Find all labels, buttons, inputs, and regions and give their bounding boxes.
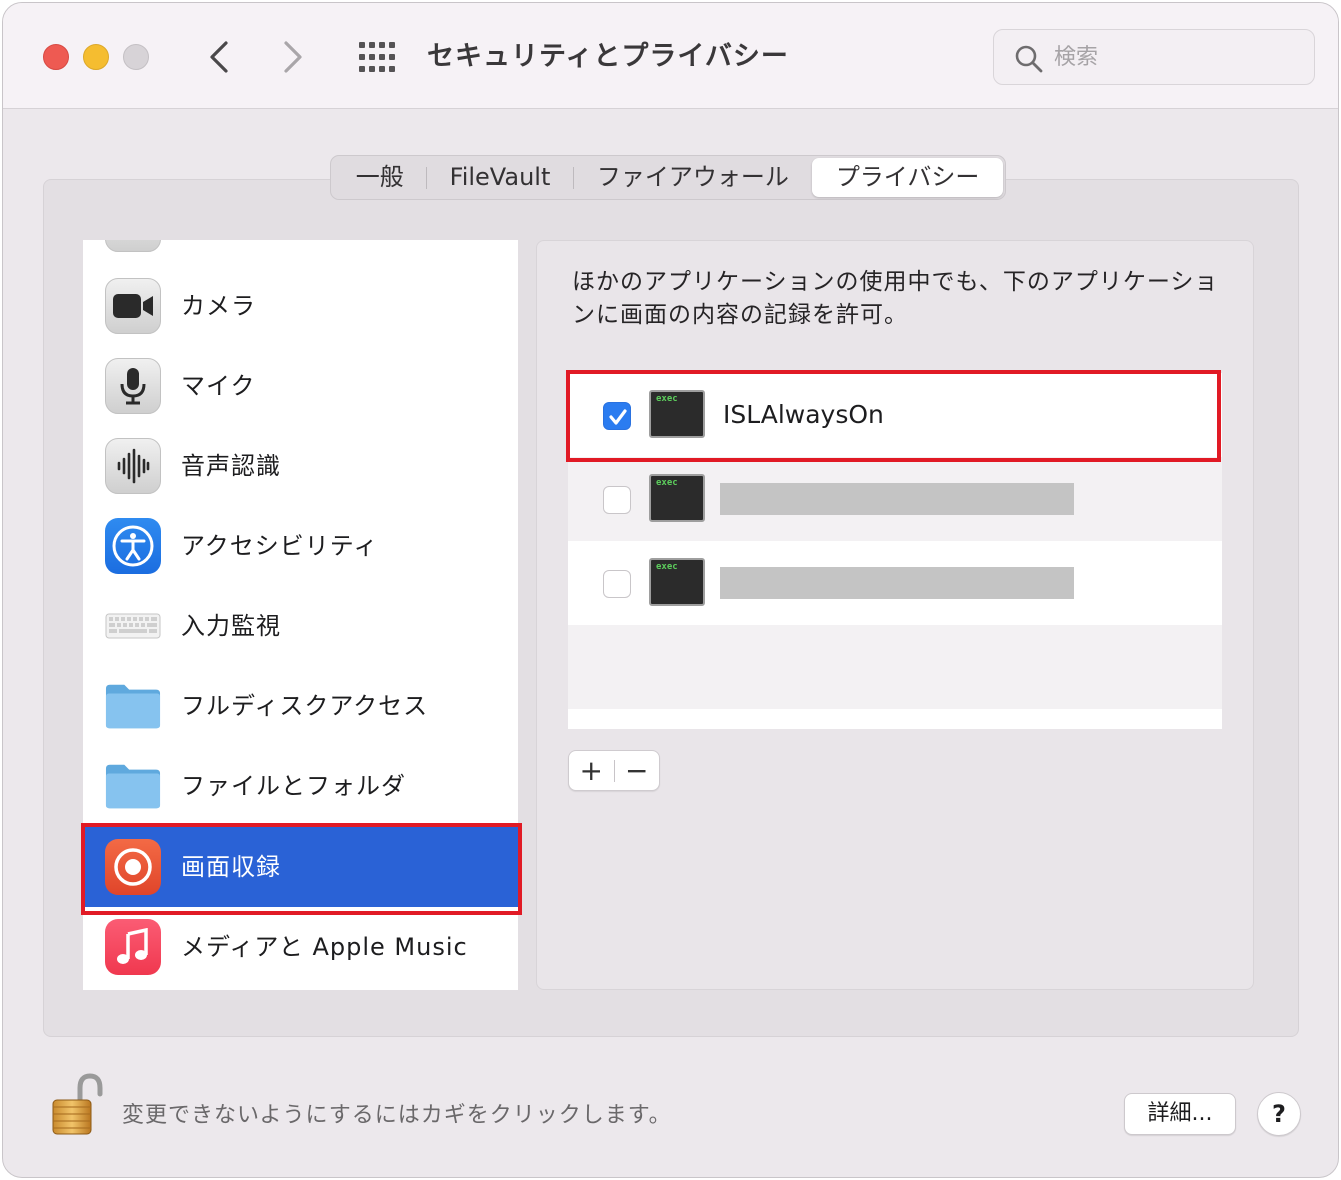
remove-app-button[interactable]: − [614,751,659,790]
tab-general[interactable]: 一般 [333,158,426,197]
sidebar-item-speech-recognition[interactable]: 音声認識 [83,426,518,506]
title-bar: セキュリティとプライバシー [3,3,1338,109]
search-field[interactable] [993,29,1315,85]
sidebar-item-camera[interactable]: カメラ [83,266,518,346]
camera-icon [105,278,161,334]
sidebar-item-accessibility[interactable]: アクセシビリティ [83,506,518,586]
sidebar-item-files-and-folders[interactable]: ファイルとフォルダ [83,746,518,826]
empty-row [568,625,1222,709]
sidebar-item-label: アクセシビリティ [181,532,379,560]
permission-description: ほかのアプリケーションの使用中でも、下のアプリケーションに画面の内容の記録を許可… [572,269,1219,328]
search-icon [1015,45,1043,73]
keyboard-icon [105,598,161,654]
search-input[interactable] [1054,40,1294,74]
sidebar-item-label: カメラ [181,292,256,320]
music-icon [105,919,161,975]
sidebar-item-label: 音声認識 [181,452,281,480]
tab-bar: 一般 FileVault ファイアウォール プライバシー [330,155,1006,200]
app-checkbox[interactable] [603,570,631,598]
sidebar-item-label: ファイルとフォルダ [181,772,406,800]
table-row[interactable]: exec [568,541,1222,625]
siri-icon [105,240,161,252]
add-remove-control: + − [568,750,660,791]
advanced-button[interactable]: 詳細... [1124,1093,1236,1135]
redacted-app-name [720,483,1074,515]
sidebar-item-label: メディアと Apple Music [181,933,468,961]
microphone-icon [105,358,161,414]
grid-icon [359,42,365,48]
app-checkbox[interactable] [603,486,631,514]
highlight-box-sidebar [81,823,522,915]
lock-open-icon[interactable] [50,1072,104,1138]
sidebar-item-microphone[interactable]: マイク [83,346,518,426]
lock-instruction-text: 変更できないようにするにはカギをクリックします。 [122,1103,672,1128]
empty-row [568,709,1222,729]
chevron-left-icon [210,41,228,73]
forward-button[interactable] [273,37,313,77]
sidebar-item-label: マイク [181,372,256,400]
show-all-grid-button[interactable] [356,40,396,74]
table-row[interactable]: exec [568,457,1222,541]
waveform-icon [105,438,161,494]
help-button[interactable]: ? [1257,1092,1301,1136]
zoom-window-button[interactable] [123,44,149,70]
window-title: セキュリティとプライバシー [427,41,789,72]
sidebar-item-label: 入力監視 [181,612,281,640]
back-button[interactable] [199,37,239,77]
accessibility-icon [105,518,161,574]
close-window-button[interactable] [43,44,69,70]
tab-privacy[interactable]: プライバシー [812,158,1004,197]
sidebar-item-full-disk-access[interactable]: フルディスクアクセス [83,666,518,746]
tab-firewall[interactable]: ファイアウォール [574,158,813,197]
tab-filevault[interactable]: FileVault [427,158,572,197]
sidebar-item-input-monitoring[interactable]: 入力監視 [83,586,518,666]
highlight-box-app-row [566,370,1221,462]
sidebar-item-label: フルディスクアクセス [181,692,429,720]
sidebar-item-siri[interactable] [83,240,518,264]
add-app-button[interactable]: + [569,751,614,790]
sidebar-item-media-apple-music[interactable]: メディアと Apple Music [83,907,518,987]
minimize-window-button[interactable] [83,44,109,70]
chevron-right-icon [284,41,302,73]
redacted-app-name [720,567,1074,599]
folder-icon [105,758,161,814]
folder-icon [105,678,161,734]
terminal-exec-icon: exec [649,558,705,606]
terminal-exec-icon: exec [649,474,705,522]
